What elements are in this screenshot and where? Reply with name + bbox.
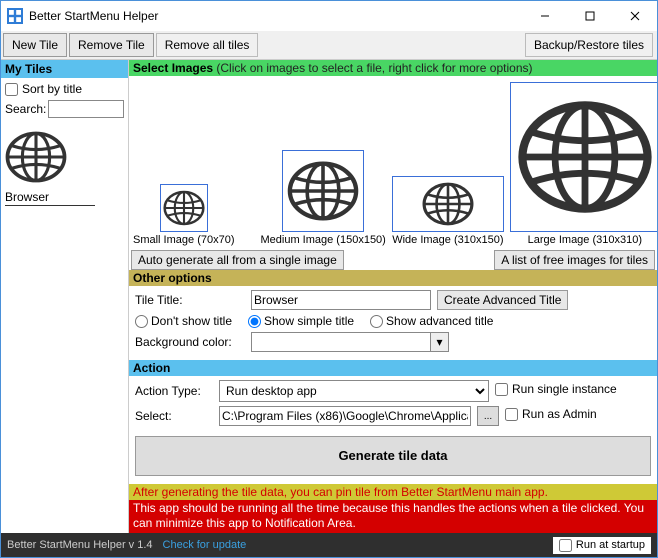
search-label: Search:	[5, 102, 46, 116]
create-advanced-title-button[interactable]: Create Advanced Title	[437, 290, 568, 310]
wide-image-slot[interactable]	[392, 176, 504, 232]
run-at-startup-checkbox[interactable]: Run at startup	[553, 537, 651, 554]
select-label: Select:	[135, 409, 213, 423]
globe-icon	[412, 178, 484, 230]
globe-icon	[5, 126, 67, 188]
statusbar: Better StartMenu Helper v 1.4 Check for …	[1, 533, 657, 557]
browse-button[interactable]: ...	[477, 406, 499, 426]
other-options-header: Other options	[129, 270, 657, 286]
run-as-admin-checkbox[interactable]: Run as Admin	[505, 407, 597, 421]
app-icon	[7, 8, 23, 24]
medium-image-slot[interactable]	[282, 150, 364, 232]
note-running-warning: This app should be running all the time …	[129, 500, 657, 533]
remove-all-tiles-button[interactable]: Remove all tiles	[156, 33, 259, 57]
app-window: Better StartMenu Helper New Tile Remove …	[0, 0, 658, 558]
dont-show-title-radio[interactable]: Don't show title	[135, 314, 232, 328]
search-input[interactable]	[48, 100, 124, 118]
tile-item-name: Browser	[5, 190, 95, 206]
background-color-label: Background color:	[135, 335, 245, 349]
note-pin-info: After generating the tile data, you can …	[129, 484, 657, 500]
remove-tile-button[interactable]: Remove Tile	[69, 33, 154, 57]
run-single-instance-checkbox[interactable]: Run single instance	[495, 382, 617, 396]
check-for-update-link[interactable]: Check for update	[163, 539, 247, 551]
generate-tile-data-button[interactable]: Generate tile data	[135, 436, 651, 476]
tile-title-input[interactable]	[251, 290, 431, 310]
chevron-down-icon: ▾	[430, 333, 448, 351]
sidebar-header: My Tiles	[1, 60, 128, 78]
globe-icon	[517, 89, 653, 225]
action-header: Action	[129, 360, 657, 376]
minimize-button[interactable]	[522, 1, 567, 31]
select-path-input[interactable]	[219, 406, 471, 426]
tile-item[interactable]: Browser	[5, 126, 124, 206]
close-button[interactable]	[612, 1, 657, 31]
sidebar: My Tiles Sort by title Search: Browser	[1, 60, 129, 533]
window-title: Better StartMenu Helper	[29, 9, 522, 23]
large-image-slot[interactable]	[510, 82, 657, 232]
new-tile-button[interactable]: New Tile	[3, 33, 67, 57]
show-advanced-title-radio[interactable]: Show advanced title	[370, 314, 493, 328]
main-panel: Select Images (Click on images to select…	[129, 60, 657, 533]
backup-restore-button[interactable]: Backup/Restore tiles	[525, 33, 653, 57]
toolbar: New Tile Remove Tile Remove all tiles Ba…	[1, 31, 657, 60]
maximize-button[interactable]	[567, 1, 612, 31]
tile-title-label: Tile Title:	[135, 293, 245, 307]
globe-icon	[163, 187, 205, 229]
show-simple-title-radio[interactable]: Show simple title	[248, 314, 354, 328]
sort-by-title-checkbox[interactable]: Sort by title	[5, 82, 124, 96]
select-images-header: Select Images (Click on images to select…	[129, 60, 657, 76]
action-type-select[interactable]: Run desktop app	[219, 380, 489, 402]
titlebar: Better StartMenu Helper	[1, 1, 657, 31]
background-color-dropdown[interactable]: ▾	[251, 332, 449, 352]
version-label: Better StartMenu Helper v 1.4	[7, 539, 153, 551]
globe-icon	[287, 155, 359, 227]
free-images-button[interactable]: A list of free images for tiles	[494, 250, 655, 270]
action-type-label: Action Type:	[135, 384, 213, 398]
small-image-slot[interactable]	[160, 184, 208, 232]
auto-generate-button[interactable]: Auto generate all from a single image	[131, 250, 344, 270]
